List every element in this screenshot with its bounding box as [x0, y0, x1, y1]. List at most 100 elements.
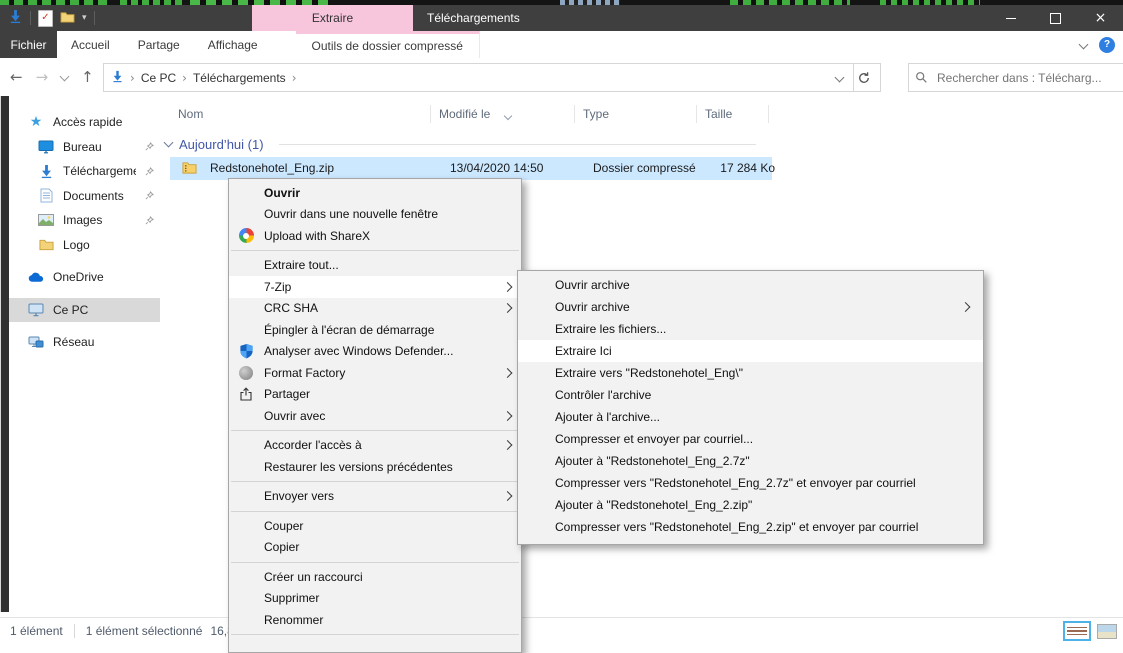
titlebar: ✓ ▾ Extraire Téléchargements × — [0, 5, 1123, 31]
breadcrumb-item-ce-pc[interactable]: Ce PC — [141, 71, 176, 85]
submenu-item-ajouter-7z[interactable]: Ajouter à "Redstonehotel_Eng_2.7z" — [518, 450, 983, 472]
collapse-ribbon-chevron-icon[interactable] — [1079, 40, 1089, 50]
menu-item-renommer[interactable]: Renommer — [229, 609, 521, 631]
newfolder-qat-icon[interactable] — [60, 11, 75, 26]
sidebar-item-logo[interactable]: Logo — [9, 233, 160, 258]
submenu-item-compresser-7z-courriel[interactable]: Compresser vers "Redstonehotel_Eng_2.7z"… — [518, 472, 983, 494]
refresh-button[interactable] — [848, 63, 881, 92]
this-pc-icon — [28, 302, 44, 318]
menu-item-couper[interactable]: Couper — [229, 515, 521, 537]
file-size: 17 284 Ko — [697, 157, 775, 180]
group-label: Aujourd’hui (1) — [179, 137, 264, 152]
submenu-item-compresser-envoyer[interactable]: Compresser et envoyer par courriel... — [518, 428, 983, 450]
menu-item-7zip[interactable]: 7-Zip — [229, 276, 521, 298]
search-input[interactable] — [935, 70, 1120, 86]
menu-item-ouvrir-nouvelle-fenetre[interactable]: Ouvrir dans une nouvelle fenêtre — [229, 204, 521, 226]
properties-qat-icon[interactable]: ✓ — [38, 10, 53, 27]
documents-icon — [38, 188, 54, 204]
pin-icon — [145, 167, 154, 176]
menu-item-accorder-acces[interactable]: Accorder l'accès à — [229, 435, 521, 457]
sidebar-item-documents[interactable]: Documents — [9, 184, 160, 209]
submenu-item-ajouter-archive[interactable]: Ajouter à l'archive... — [518, 406, 983, 428]
submenu-item-controler-archive[interactable]: Contrôler l'archive — [518, 384, 983, 406]
refresh-icon — [857, 71, 871, 85]
breadcrumb[interactable]: › Ce PC › Téléchargements › — [103, 63, 854, 92]
tab-affichage[interactable]: Affichage — [194, 31, 272, 58]
menu-item-ouvrir[interactable]: Ouvrir — [229, 182, 521, 204]
maximize-button[interactable] — [1033, 5, 1078, 31]
column-headers: Nom Modifié le Type Taille — [160, 103, 1123, 125]
menu-item-extraire-tout[interactable]: Extraire tout... — [229, 255, 521, 277]
submenu-item-extraire-fichiers[interactable]: Extraire les fichiers... — [518, 318, 983, 340]
submenu-item-ajouter-zip[interactable]: Ajouter à "Redstonehotel_Eng_2.zip" — [518, 494, 983, 516]
submenu-item-extraire-ici[interactable]: Extraire Ici — [518, 340, 983, 362]
search-icon — [915, 71, 928, 84]
tab-outils-dossier-compresse[interactable]: Outils de dossier compressé — [296, 31, 480, 58]
column-header-modifie-le[interactable]: Modifié le — [431, 103, 575, 125]
menu-item-format-factory[interactable]: Format Factory — [229, 362, 521, 384]
submenu-item-compresser-zip-courriel[interactable]: Compresser vers "Redstonehotel_Eng_2.zip… — [518, 516, 983, 538]
onedrive-cloud-icon — [28, 269, 44, 285]
back-icon[interactable]: ← — [10, 68, 23, 86]
menu-item-supprimer[interactable]: Supprimer — [229, 588, 521, 610]
pin-icon — [145, 216, 154, 225]
menu-item-partager[interactable]: Partager — [229, 384, 521, 406]
quick-access-toolbar: ✓ ▾ — [8, 5, 95, 31]
forward-icon[interactable]: → — [36, 68, 49, 86]
details-view-toggle-icon[interactable] — [1063, 621, 1091, 641]
customize-qat-chevron-icon[interactable]: ▾ — [82, 13, 87, 23]
address-bar-row: ← → ↑ › Ce PC › Téléchargements › — [0, 58, 1123, 97]
pin-icon — [145, 191, 154, 200]
downloads-icon — [38, 163, 54, 179]
sidebar-item-ce-pc[interactable]: Ce PC — [9, 298, 160, 323]
search-box[interactable] — [908, 63, 1123, 92]
group-header[interactable]: Aujourd’hui (1) — [165, 134, 756, 154]
menu-item-analyser-defender[interactable]: Analyser avec Windows Defender... — [229, 341, 521, 363]
sidebar-item-bureau[interactable]: Bureau — [9, 135, 160, 160]
menu-item-envoyer-vers[interactable]: Envoyer vers — [229, 486, 521, 508]
window-controls: × — [988, 5, 1123, 31]
sidebar-item-onedrive[interactable]: OneDrive — [9, 265, 160, 290]
tab-partage[interactable]: Partage — [124, 31, 194, 58]
selection-count: 1 élément sélectionné — [86, 624, 203, 638]
submenu-item-ouvrir-archive-2[interactable]: Ouvrir archive — [518, 296, 983, 318]
up-icon[interactable]: ↑ — [81, 68, 94, 86]
tab-fichier[interactable]: Fichier — [0, 31, 57, 58]
share-icon — [238, 386, 254, 402]
status-bar: 1 élément 1 élément sélectionné 16,8 — [0, 617, 1123, 643]
menu-item-ouvrir-avec[interactable]: Ouvrir avec — [229, 405, 521, 427]
tab-accueil[interactable]: Accueil — [57, 31, 124, 58]
sidebar-item-telechargements[interactable]: Téléchargements — [9, 159, 160, 184]
window-downloads-icon — [8, 9, 23, 27]
help-icon[interactable]: ? — [1099, 37, 1115, 53]
group-collapse-chevron-icon[interactable] — [164, 138, 174, 148]
sidebar-item-images[interactable]: Images — [9, 208, 160, 233]
file-row-selected[interactable]: Redstonehotel_Eng.zip 13/04/2020 14:50 D… — [170, 157, 772, 180]
menu-item-restaurer-versions[interactable]: Restaurer les versions précédentes — [229, 456, 521, 478]
sort-chevron-icon — [505, 104, 511, 126]
history-chevron-icon[interactable] — [60, 72, 70, 82]
menu-item-creer-raccourci[interactable]: Créer un raccourci — [229, 566, 521, 588]
file-modified: 13/04/2020 14:50 — [450, 157, 543, 180]
close-button[interactable]: × — [1078, 5, 1123, 31]
sidebar-item-acces-rapide[interactable]: ★ Accès rapide — [9, 110, 160, 135]
menu-item-upload-sharex[interactable]: Upload with ShareX — [229, 225, 521, 247]
column-header-type[interactable]: Type — [575, 103, 697, 125]
file-name: Redstonehotel_Eng.zip — [210, 157, 334, 180]
menu-item-epingler-demarrage[interactable]: Épingler à l'écran de démarrage — [229, 319, 521, 341]
menu-item-copier[interactable]: Copier — [229, 537, 521, 559]
column-header-nom[interactable]: Nom — [170, 103, 431, 125]
images-icon — [38, 212, 54, 228]
contextual-tab-header[interactable]: Extraire — [252, 5, 413, 31]
navigation-pane: ★ Accès rapide Bureau Téléchargements Do… — [9, 96, 160, 626]
sidebar-item-reseau[interactable]: Réseau — [9, 330, 160, 355]
submenu-item-ouvrir-archive[interactable]: Ouvrir archive — [518, 274, 983, 296]
thumbnail-view-toggle-icon[interactable] — [1097, 624, 1117, 639]
minimize-button[interactable] — [988, 5, 1033, 31]
breadcrumb-item-telechargements[interactable]: Téléchargements — [193, 71, 286, 85]
submenu-arrow-icon — [503, 282, 513, 292]
column-header-taille[interactable]: Taille — [697, 103, 769, 125]
menu-item-crc-sha[interactable]: CRC SHA — [229, 298, 521, 320]
submenu-item-extraire-vers[interactable]: Extraire vers "Redstonehotel_Eng\" — [518, 362, 983, 384]
quick-access-star-icon: ★ — [28, 114, 44, 130]
